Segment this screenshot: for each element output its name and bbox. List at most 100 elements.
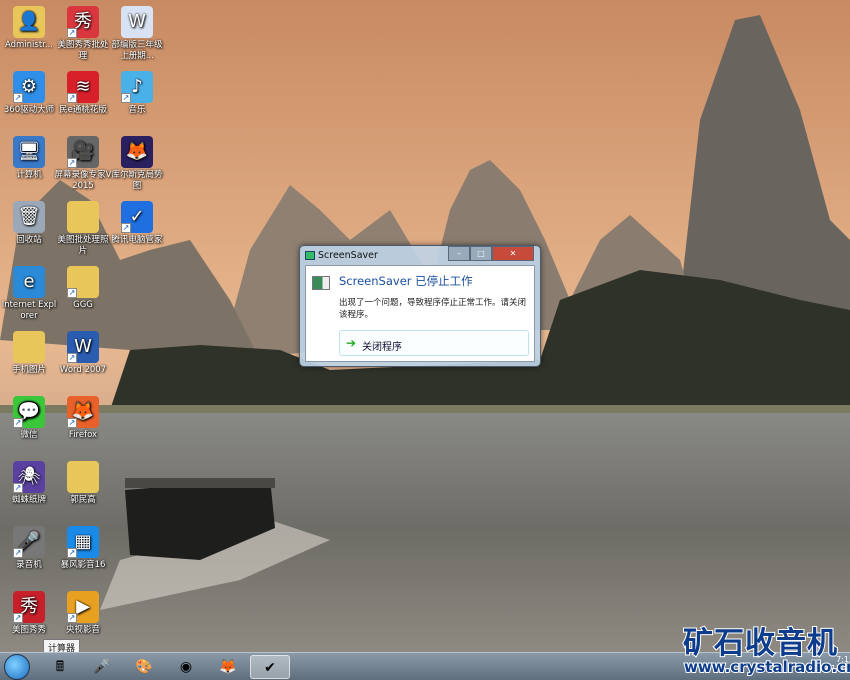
- baofeng-icon: ▦ ↗: [67, 526, 99, 558]
- desktop-icon-folder[interactable]: 美图批处理照片: [54, 197, 112, 261]
- desktop-icon-internet-explorer[interactable]: e Internet Explorer: [0, 262, 58, 326]
- close-program-label: 关闭程序: [362, 342, 402, 353]
- spider-solitaire-icon: 🕷 ↗: [13, 461, 45, 493]
- app-red-icon: ≋ ↗: [67, 71, 99, 103]
- desktop-icon-label: 央视影音: [65, 625, 100, 635]
- watermark-url: www.crystalradio.cn: [683, 657, 850, 677]
- firefox-file-icon: 🦊: [121, 136, 153, 168]
- folder-icon: [67, 461, 99, 493]
- shortcut-arrow-icon: ↗: [67, 353, 77, 363]
- shortcut-arrow-icon: ↗: [121, 223, 131, 233]
- start-button[interactable]: [4, 654, 30, 680]
- desktop-icon-label: 美图秀秀: [11, 625, 46, 635]
- desktop-icon-label: Administr...: [4, 40, 54, 50]
- desktop-icon-baofeng[interactable]: ▦ ↗ 暴风影音16: [54, 522, 112, 586]
- taskbar-app-red-button[interactable]: ◉: [166, 655, 206, 679]
- shortcut-arrow-icon: ↗: [13, 93, 23, 103]
- sound-recorder-icon: 🎤 ↗: [13, 526, 45, 558]
- shortcut-arrow-icon: ↗: [67, 418, 77, 428]
- desktop-icon-music[interactable]: ♪ ↗ 音乐: [108, 67, 166, 131]
- desktop-icon-label: 库尔斯克局势图: [111, 170, 163, 191]
- desktop-icon-folder[interactable]: 郭民高: [54, 457, 112, 521]
- taskbar-paint-button[interactable]: 🎨: [124, 655, 164, 679]
- app-red-icon: ◉: [179, 659, 193, 675]
- shortcut-arrow-icon: ↗: [67, 93, 77, 103]
- dialog-heading: ScreenSaver 已停止工作: [339, 274, 473, 288]
- wechat-icon: 💬 ↗: [13, 396, 45, 428]
- desktop-icon-folder[interactable]: 手机图片: [0, 327, 58, 391]
- cctv-player-icon: ▶ ↗: [67, 591, 99, 623]
- desktop-icon-label: 录音机: [16, 560, 42, 570]
- close-program-button[interactable]: ➔ 关闭程序: [339, 330, 529, 356]
- screensaver-error-dialog: ScreenSaver – □ ✕ ScreenSaver 已停止工作 出现了一…: [299, 245, 541, 367]
- sound-recorder-icon: 🎤: [93, 659, 111, 675]
- shortcut-arrow-icon: ↗: [13, 548, 23, 558]
- desktop-icon-label: 腾讯电脑管家: [111, 235, 163, 245]
- desktop-icon-label: 手机图片: [11, 365, 46, 375]
- desktop-icon-computer[interactable]: 🖥 计算机: [0, 132, 58, 196]
- desktop-icon-sound-recorder[interactable]: 🎤 ↗ 录音机: [0, 522, 58, 586]
- desktop-icon-screen-recorder[interactable]: 🎥 ↗ 屏幕录像专家V2015: [54, 132, 112, 196]
- taskbar-screensaver-button[interactable]: ✔: [250, 655, 290, 679]
- desktop-icon-label: 回收站: [16, 235, 42, 245]
- desktop-icon-app-red[interactable]: ≋ ↗ 民e通桃花版: [54, 67, 112, 131]
- driver-master-icon: ⚙ ↗: [13, 71, 45, 103]
- desktop-icon-word[interactable]: W ↗ Word 2007: [54, 327, 112, 391]
- desktop-icon-tencent-manager[interactable]: ✓ ↗ 腾讯电脑管家: [108, 197, 166, 261]
- program-error-icon: [312, 276, 330, 290]
- minimize-button[interactable]: –: [448, 246, 470, 261]
- desktop-icon-user-folder[interactable]: 👤 Administr...: [0, 2, 58, 66]
- desktop-icon-meitu-batch[interactable]: 秀 ↗ 美图秀秀批处理: [54, 2, 112, 66]
- desktop-icon-label: 暴风影音16: [60, 560, 106, 570]
- shortcut-arrow-icon: ↗: [13, 613, 23, 623]
- music-icon: ♪ ↗: [121, 71, 153, 103]
- desktop-icon-label: 蜘蛛纸牌: [11, 495, 46, 505]
- desktop-icon-wechat[interactable]: 💬 ↗ 微信: [0, 392, 58, 456]
- dialog-title: ScreenSaver: [318, 250, 378, 261]
- firefox-icon: 🦊 ↗: [67, 396, 99, 428]
- desktop-icon-label: Internet Explorer: [1, 300, 57, 321]
- shortcut-arrow-icon: ↗: [121, 93, 131, 103]
- folder-shortcut-icon: ↗: [67, 266, 99, 298]
- paint-icon: 🎨: [135, 659, 153, 675]
- shortcut-arrow-icon: ↗: [67, 288, 77, 298]
- taskbar-sound-recorder-button[interactable]: 🎤: [82, 655, 122, 679]
- screensaver-icon: ✔: [264, 660, 276, 676]
- desktop-icon-recycle-bin[interactable]: 🗑 回收站: [0, 197, 58, 261]
- shortcut-arrow-icon: ↗: [67, 28, 77, 38]
- folder-icon: [67, 201, 99, 233]
- computer-icon: 🖥: [13, 136, 45, 168]
- desktop-icon-label: 音乐: [128, 105, 146, 115]
- shortcut-arrow-icon: ↗: [67, 613, 77, 623]
- screensaver-app-icon: [305, 251, 315, 260]
- maximize-button[interactable]: □: [470, 246, 492, 261]
- shortcut-arrow-icon: ↗: [67, 158, 77, 168]
- desktop-icon-firefox-file[interactable]: 🦊 库尔斯克局势图: [108, 132, 166, 196]
- firefox-icon: 🦊: [219, 659, 237, 675]
- taskbar-firefox-button[interactable]: 🦊: [208, 655, 248, 679]
- desktop-icon-spider-solitaire[interactable]: 🕷 ↗ 蜘蛛纸牌: [0, 457, 58, 521]
- watermark-title: 矿石收音机: [682, 625, 838, 662]
- desktop-icon-label: 部编版三年级上册期...: [111, 40, 163, 61]
- desktop-icon-label: Firefox: [68, 430, 98, 440]
- user-folder-icon: 👤: [13, 6, 45, 38]
- dialog-message: 出现了一个问题，导致程序停止正常工作。请关闭该程序。: [339, 298, 527, 320]
- desktop-icon-label: 屏幕录像专家V2015: [54, 170, 112, 191]
- desktop-icon-word-document[interactable]: W 部编版三年级上册期...: [108, 2, 166, 66]
- word-icon: W ↗: [67, 331, 99, 363]
- desktop-icon-driver-master[interactable]: ⚙ ↗ 360驱动大师: [0, 67, 58, 131]
- desktop-icon-label: 郭民高: [70, 495, 96, 505]
- shortcut-arrow-icon: ↗: [13, 483, 23, 493]
- tencent-manager-icon: ✓ ↗: [121, 201, 153, 233]
- desktop-icon-firefox[interactable]: 🦊 ↗ Firefox: [54, 392, 112, 456]
- close-button[interactable]: ✕: [492, 246, 534, 261]
- desktop-icon-folder-shortcut[interactable]: ↗ GGG: [54, 262, 112, 326]
- desktop-icon-label: 美图批处理照片: [57, 235, 109, 256]
- desktop-icon-label: 民e通桃花版: [59, 105, 107, 115]
- taskbar-calculator-button[interactable]: 🖩: [40, 655, 80, 679]
- shortcut-arrow-icon: ↗: [13, 418, 23, 428]
- calculator-icon: 🖩: [55, 659, 65, 675]
- shortcut-arrow-icon: ↗: [67, 548, 77, 558]
- screen-recorder-icon: 🎥 ↗: [67, 136, 99, 168]
- desktop-icon-label: 微信: [20, 430, 38, 440]
